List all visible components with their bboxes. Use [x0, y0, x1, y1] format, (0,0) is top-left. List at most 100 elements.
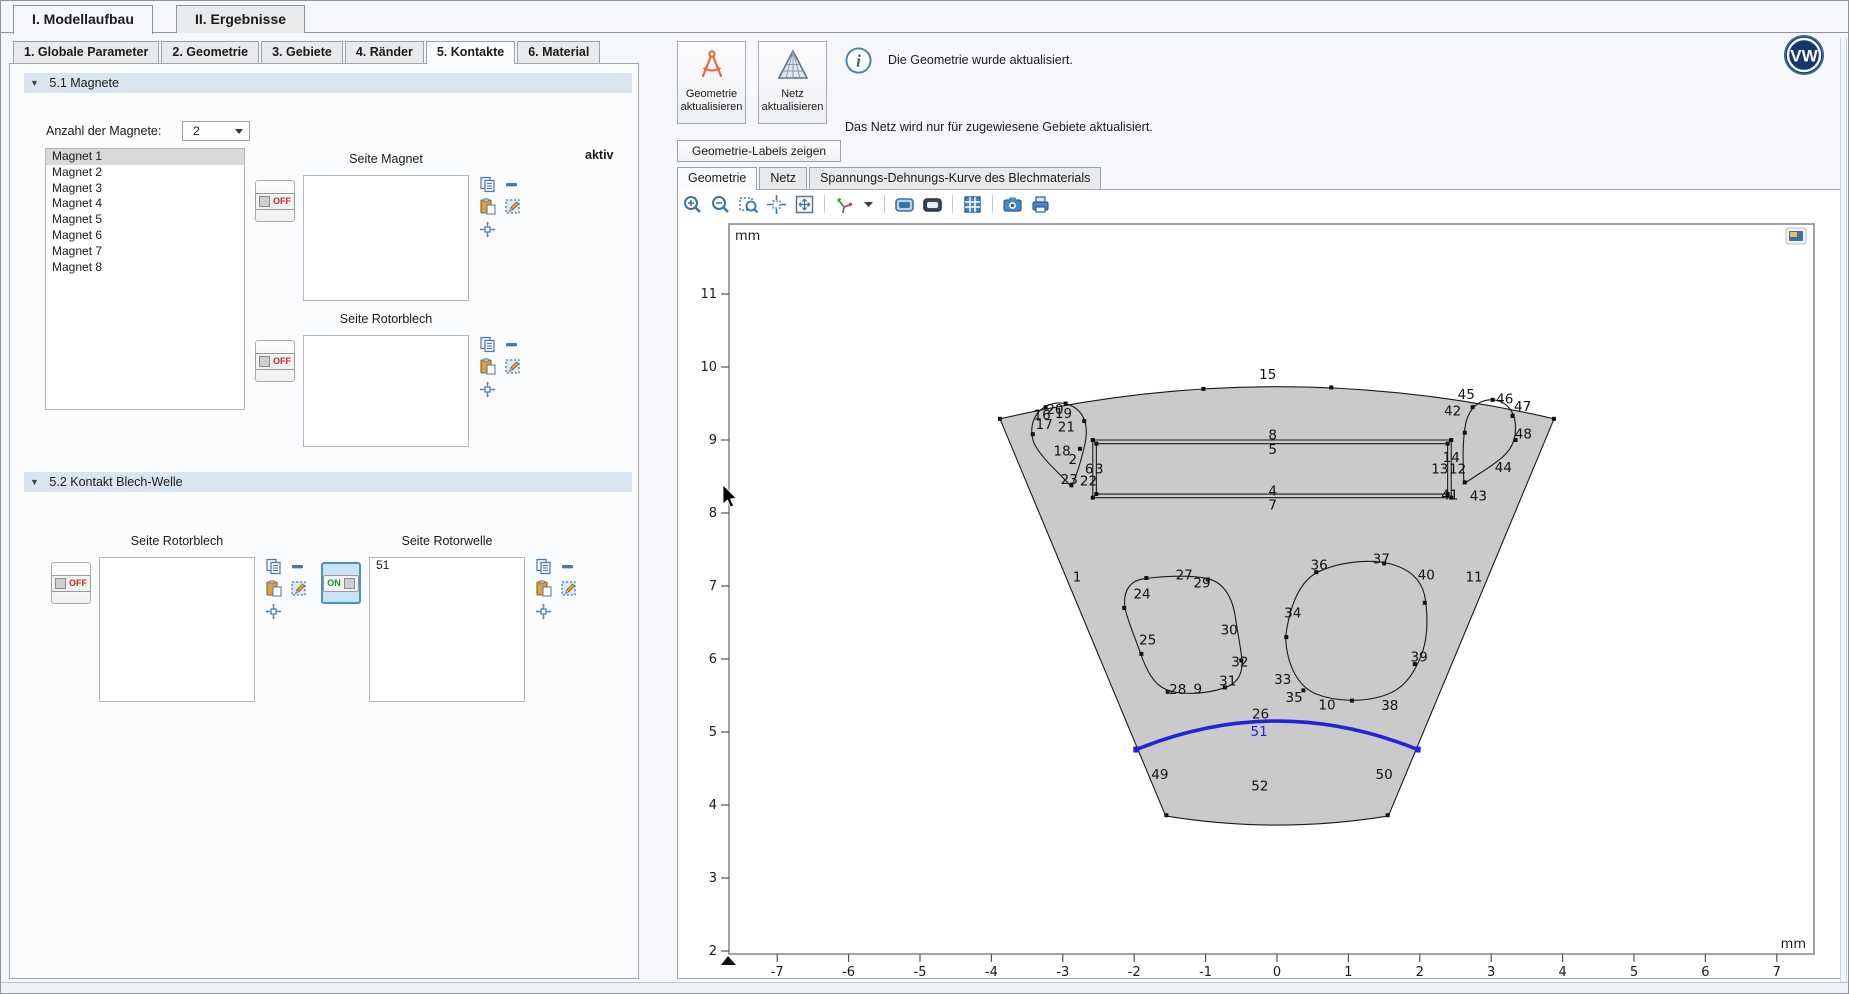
snapshot-icon[interactable] [1002, 194, 1023, 215]
zoom-box-icon[interactable] [738, 194, 759, 215]
y-axis-unit: mm [735, 229, 760, 244]
copy-icon[interactable] [479, 176, 496, 193]
paste-icon[interactable] [479, 198, 496, 215]
edge-label-49: 49 [1151, 767, 1168, 783]
paste-icon[interactable] [479, 358, 496, 375]
section-header-magnete[interactable]: ▼ 5.1 Magnete [24, 73, 632, 93]
clear-selection-icon[interactable] [504, 198, 521, 215]
selection-listbox[interactable]: 51 [369, 557, 525, 702]
main-tab-ergebnisse[interactable]: II. Ergebnisse [176, 5, 305, 33]
svg-text:3: 3 [709, 871, 717, 886]
copy-icon[interactable] [535, 558, 552, 575]
selection-title: Seite Rotorwelle [401, 534, 492, 548]
activation-toggle-off[interactable]: OFF [255, 340, 295, 382]
collapse-triangle-icon: ▼ [30, 73, 39, 93]
edge-label-10: 10 [1318, 697, 1335, 713]
activation-toggle-off[interactable]: OFF [51, 562, 91, 604]
copy-image-icon[interactable] [894, 194, 915, 215]
svg-text:4: 4 [1558, 965, 1566, 978]
tab-1-globale-parameter[interactable]: 1. Globale Parameter [13, 41, 159, 63]
view-orientation-icon[interactable] [834, 194, 855, 215]
update-mesh-button[interactable]: Netz aktualisieren [758, 41, 827, 124]
edge-label-30: 30 [1221, 622, 1238, 638]
svg-text:5: 5 [1630, 965, 1638, 978]
x-axis-unit: mm [1781, 937, 1806, 952]
grid-icon[interactable] [962, 194, 983, 215]
zoom-out-icon[interactable] [710, 194, 731, 215]
clear-selection-icon[interactable] [290, 580, 307, 597]
zoom-to-selection-icon[interactable] [535, 603, 552, 620]
list-item-magnet-7[interactable]: Magnet 7 [46, 244, 244, 260]
chevron-down-icon [235, 129, 243, 134]
list-item-magnet-4[interactable]: Magnet 4 [46, 196, 244, 212]
view-tab-spannungsdehnungskurve[interactable]: Spannungs-Dehnungs-Kurve des Blechmateri… [809, 167, 1101, 189]
remove-icon[interactable] [559, 558, 576, 575]
update-geometry-button[interactable]: Geometrie aktualisieren [677, 41, 746, 124]
anzahl-magnete-dropdown[interactable]: 2 [182, 121, 250, 141]
view-tab-geometrie[interactable]: Geometrie [677, 167, 757, 190]
tab-2-geometrie[interactable]: 2. Geometrie [161, 41, 259, 63]
zoom-to-selection-icon[interactable] [479, 221, 496, 238]
toggle-knob [344, 578, 355, 589]
edge-label-43: 43 [1470, 489, 1487, 505]
edge-label-33: 33 [1274, 672, 1291, 688]
toggle-knob [55, 578, 66, 589]
copy-image-dark-icon[interactable] [922, 194, 943, 215]
magnet-listbox[interactable]: Magnet 1Magnet 2Magnet 3Magnet 4Magnet 5… [45, 148, 245, 410]
paste-icon[interactable] [535, 580, 552, 597]
edge-label-8: 8 [1268, 427, 1277, 443]
edge-label-38: 38 [1381, 698, 1398, 714]
zoom-to-selection-icon[interactable] [766, 194, 787, 215]
edge-label-39: 39 [1410, 649, 1427, 665]
plot-image-icon[interactable] [1786, 228, 1806, 244]
zoom-to-selection-icon[interactable] [265, 603, 282, 620]
selection-entry[interactable]: 51 [370, 558, 524, 574]
remove-icon[interactable] [503, 176, 520, 193]
list-item-magnet-2[interactable]: Magnet 2 [46, 165, 244, 181]
selection-listbox[interactable] [99, 557, 255, 702]
toolbar-separator [884, 195, 885, 213]
tab-6-material[interactable]: 6. Material [517, 41, 600, 63]
tab-4-ränder[interactable]: 4. Ränder [345, 41, 424, 63]
edge-label-7: 7 [1268, 497, 1277, 513]
edge-label-52: 52 [1251, 779, 1268, 795]
list-item-magnet-1[interactable]: Magnet 1 [46, 149, 244, 165]
geometry-plot[interactable]: 234567891011-7-6-5-4-3-2-101234567mmmm15… [678, 216, 1839, 978]
selection-listbox[interactable] [303, 175, 469, 301]
toggle-knob [259, 196, 270, 207]
clear-selection-icon[interactable] [560, 580, 577, 597]
zoom-extents-icon[interactable] [794, 194, 815, 215]
list-item-magnet-6[interactable]: Magnet 6 [46, 228, 244, 244]
section-header-kontakt[interactable]: ▼ 5.2 Kontakt Blech-Welle [24, 472, 632, 492]
activation-toggle-off[interactable]: OFF [255, 180, 295, 222]
remove-icon[interactable] [289, 558, 306, 575]
clear-selection-icon[interactable] [504, 358, 521, 375]
svg-text:2: 2 [1416, 965, 1424, 978]
info-message-geometry: Die Geometrie wurde aktualisiert. [888, 53, 1073, 67]
view-tab-netz[interactable]: Netz [759, 167, 807, 189]
tab-3-gebiete[interactable]: 3. Gebiete [261, 41, 343, 63]
edge-label-22: 22 [1080, 473, 1097, 489]
button-label: aktualisieren [762, 101, 824, 113]
tab-5-kontakte[interactable]: 5. Kontakte [426, 41, 515, 64]
main-tab-modellaufbau[interactable]: I. Modellaufbau [13, 5, 153, 34]
selection-listbox[interactable] [303, 335, 469, 447]
copy-icon[interactable] [265, 558, 282, 575]
list-item-magnet-5[interactable]: Magnet 5 [46, 212, 244, 228]
dropdown-caret-icon[interactable] [862, 194, 875, 215]
list-item-magnet-8[interactable]: Magnet 8 [46, 260, 244, 276]
button-label: Netz [781, 88, 804, 100]
print-icon[interactable] [1030, 194, 1051, 215]
show-geometry-labels-button[interactable]: Geometrie-Labels zeigen [677, 140, 841, 162]
selection-title: Seite Rotorblech [131, 534, 223, 548]
list-item-magnet-3[interactable]: Magnet 3 [46, 181, 244, 197]
activation-toggle-on[interactable]: ON [321, 562, 361, 604]
copy-icon[interactable] [479, 336, 496, 353]
remove-icon[interactable] [503, 336, 520, 353]
svg-text:8: 8 [709, 506, 717, 521]
paste-icon[interactable] [265, 580, 282, 597]
zoom-to-selection-icon[interactable] [479, 381, 496, 398]
edge-label-35: 35 [1286, 690, 1303, 706]
vertical-scrollbar[interactable] [1840, 38, 1847, 984]
zoom-in-icon[interactable] [682, 194, 703, 215]
